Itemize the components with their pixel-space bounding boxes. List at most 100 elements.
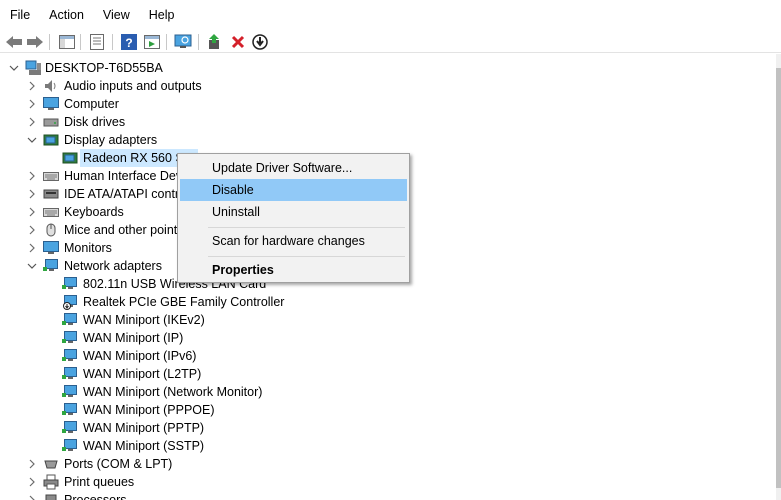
tree-item-label: Audio inputs and outputs (64, 79, 202, 93)
tree-item-label: WAN Miniport (IKEv2) (83, 313, 205, 327)
category-print-queues[interactable]: Print queues (0, 473, 400, 491)
device-item-wan-miniport-sstp[interactable]: WAN Miniport (SSTP) (0, 437, 400, 455)
menu-item-update-driver[interactable]: Update Driver Software... (180, 157, 407, 179)
vertical-scrollbar[interactable] (776, 54, 781, 500)
device-item-wan-miniport-pptp[interactable]: WAN Miniport (PPTP) (0, 419, 400, 437)
scrollbar-thumb[interactable] (776, 68, 781, 488)
chevron-right-icon[interactable] (27, 477, 37, 487)
back-icon[interactable] (4, 32, 24, 52)
chevron-down-icon[interactable] (27, 135, 37, 145)
menu-help[interactable]: Help (139, 0, 184, 31)
chevron-right-icon[interactable] (27, 171, 37, 181)
properties-icon[interactable] (87, 32, 107, 52)
network-icon (62, 312, 78, 328)
action-pane-icon[interactable] (142, 32, 162, 52)
category-disk-drives[interactable]: Disk drives (0, 113, 400, 131)
category-computer[interactable]: Computer (0, 95, 400, 113)
category-ports-com-lpt[interactable]: Ports (COM & LPT) (0, 455, 400, 473)
network-icon (43, 258, 59, 274)
chevron-right-icon[interactable] (27, 459, 37, 469)
tree-item-label: Display adapters (64, 133, 158, 147)
network-icon (62, 438, 78, 454)
category-processors[interactable]: Processors (0, 491, 400, 500)
device-item-wan-miniport-l2tp[interactable]: WAN Miniport (L2TP) (0, 365, 400, 383)
menu-view[interactable]: View (93, 0, 139, 31)
device-item-wan-miniport-ipv6[interactable]: WAN Miniport (IPv6) (0, 347, 400, 365)
show-hide-console-tree-icon[interactable] (57, 32, 77, 52)
tree-item-label: Disk drives (64, 115, 126, 129)
processor-icon (43, 492, 59, 500)
tree-item-label: Print queues (64, 475, 135, 489)
tree-item-label: Monitors (64, 241, 112, 255)
tree-item-label: Human Interface Dev (64, 169, 183, 183)
scan-hardware-icon[interactable] (173, 32, 193, 52)
network-icon (62, 384, 78, 400)
network-icon (62, 330, 78, 346)
menu-item-properties[interactable]: Properties (180, 259, 407, 281)
tree-item-label: Realtek PCIe GBE Family Controller (83, 295, 285, 309)
svg-text:?: ? (125, 36, 132, 50)
chevron-right-icon[interactable] (27, 243, 37, 253)
toolbar-separator (166, 34, 167, 50)
menu-separator (208, 227, 405, 228)
monitor-icon (43, 240, 59, 256)
tree-item-label: WAN Miniport (IP) (83, 331, 184, 345)
toolbar: ? (0, 31, 781, 53)
category-display-adapters[interactable]: Display adapters (0, 131, 400, 149)
forward-icon[interactable] (25, 32, 45, 52)
tree-root[interactable]: DESKTOP-T6D55BA (0, 59, 200, 77)
chevron-right-icon[interactable] (27, 495, 37, 500)
device-item-wan-miniport-pppoe[interactable]: WAN Miniport (PPPOE) (0, 401, 400, 419)
tree-item-label: Keyboards (64, 205, 124, 219)
tree-item-label: Processors (64, 493, 127, 500)
menu-separator (208, 256, 405, 257)
menu-item-uninstall[interactable]: Uninstall (180, 201, 407, 223)
disable-icon[interactable] (250, 32, 270, 52)
menu-action[interactable]: Action (39, 0, 93, 31)
toolbar-separator (198, 34, 199, 50)
toolbar-separator (49, 34, 50, 50)
tree-item-label: Mice and other pointi (64, 223, 181, 237)
chevron-right-icon[interactable] (27, 189, 37, 199)
menu-file[interactable]: File (0, 0, 39, 31)
network-icon (62, 420, 78, 436)
toolbar-separator (112, 34, 113, 50)
menu-item-scan-hardware[interactable]: Scan for hardware changes (180, 230, 407, 252)
port-icon (43, 456, 59, 472)
monitor-icon (43, 96, 59, 112)
tree-item-label: WAN Miniport (Network Monitor) (83, 385, 263, 399)
network-icon (62, 402, 78, 418)
network-icon (62, 276, 78, 292)
device-item-realtek-pcie-gbe-family-controller[interactable]: Realtek PCIe GBE Family Controller (0, 293, 400, 311)
network-disabled-icon (62, 294, 78, 310)
chevron-down-icon[interactable] (9, 63, 19, 73)
keyboard-icon (43, 204, 59, 220)
device-item-wan-miniport-network-monitor[interactable]: WAN Miniport (Network Monitor) (0, 383, 400, 401)
tree-root-label: DESKTOP-T6D55BA (45, 61, 163, 75)
disk-icon (43, 114, 59, 130)
chevron-right-icon[interactable] (27, 117, 37, 127)
tree-item-label: Network adapters (64, 259, 162, 273)
display-adapter-icon (43, 132, 59, 148)
chevron-right-icon[interactable] (27, 207, 37, 217)
chevron-right-icon[interactable] (27, 225, 37, 235)
chevron-down-icon[interactable] (27, 261, 37, 271)
uninstall-icon[interactable] (228, 32, 248, 52)
toolbar-separator (80, 34, 81, 50)
keyboard-icon (43, 168, 59, 184)
help-icon[interactable]: ? (119, 32, 139, 52)
update-driver-icon[interactable] (205, 32, 225, 52)
category-audio-inputs-and-outputs[interactable]: Audio inputs and outputs (0, 77, 400, 95)
chevron-right-icon[interactable] (27, 99, 37, 109)
tree-item-label: WAN Miniport (L2TP) (83, 367, 202, 381)
printer-icon (43, 474, 59, 490)
computer-icon (25, 60, 41, 76)
ide-icon (43, 186, 59, 202)
tree-item-label: WAN Miniport (PPPOE) (83, 403, 215, 417)
device-item-wan-miniport-ip[interactable]: WAN Miniport (IP) (0, 329, 400, 347)
network-icon (62, 348, 78, 364)
chevron-right-icon[interactable] (27, 81, 37, 91)
device-item-wan-miniport-ikev2[interactable]: WAN Miniport (IKEv2) (0, 311, 400, 329)
menu-item-disable[interactable]: Disable (180, 179, 407, 201)
tree-item-label: WAN Miniport (SSTP) (83, 439, 205, 453)
